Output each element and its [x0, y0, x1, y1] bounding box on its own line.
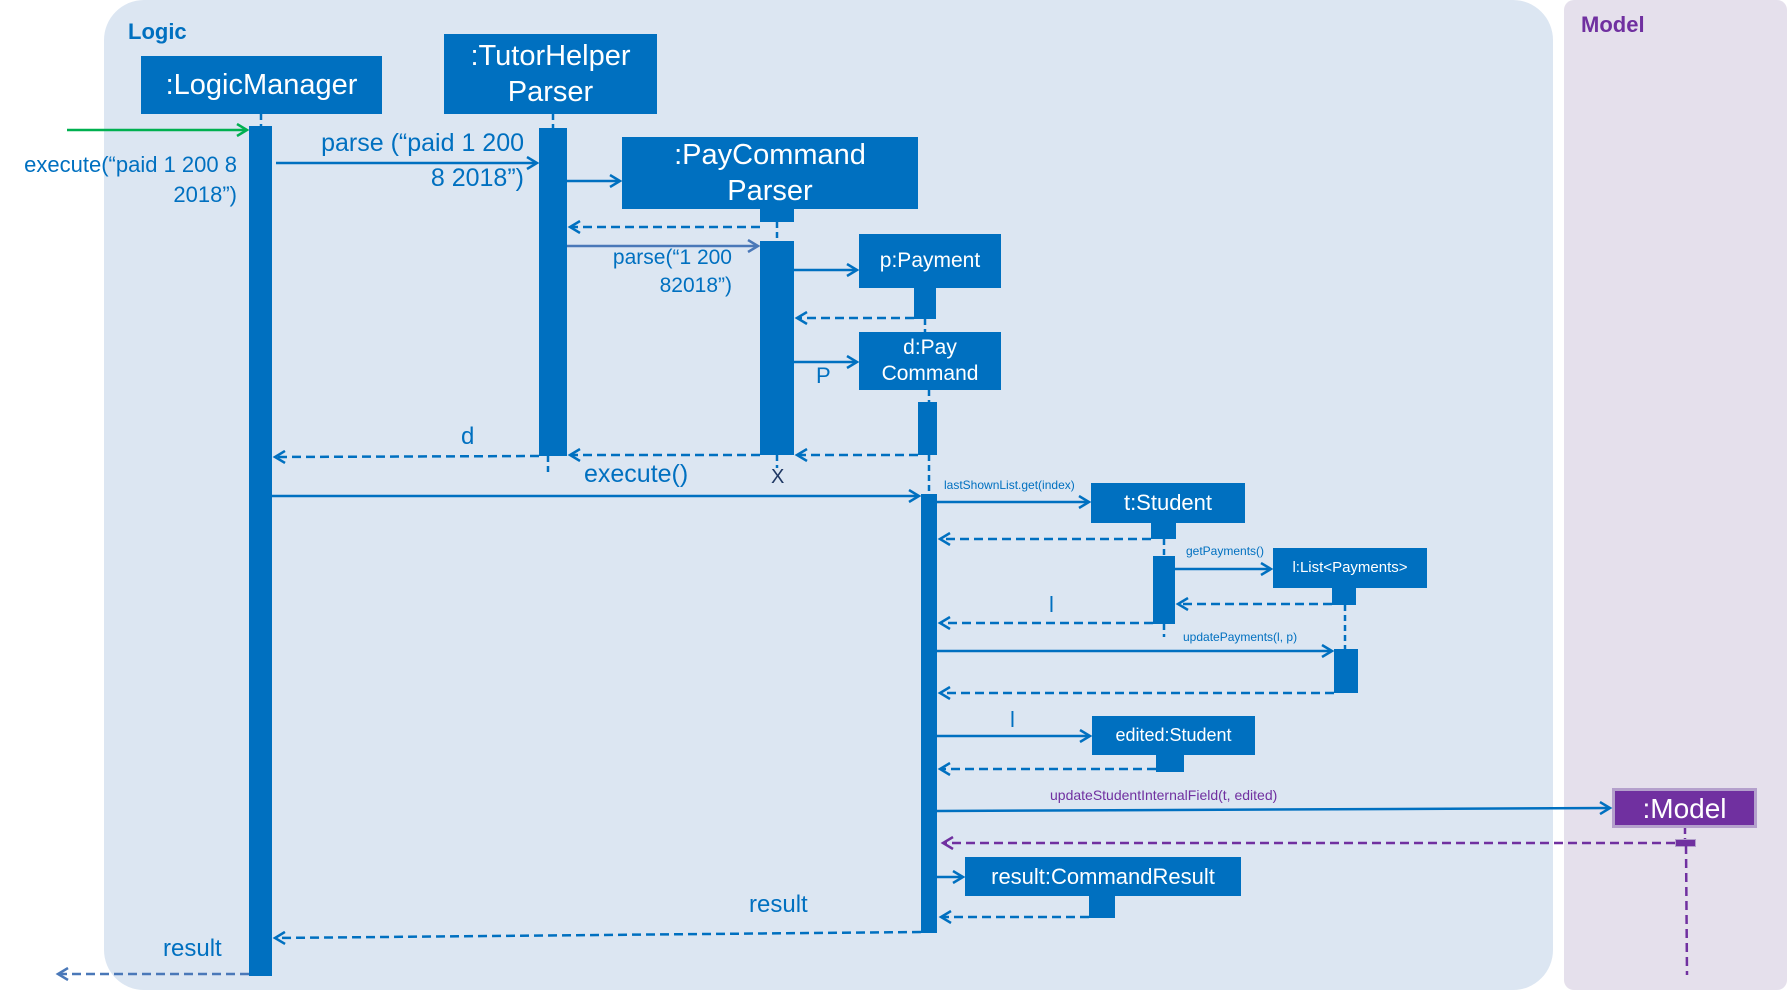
- participant-edited-student: edited:Student: [1092, 716, 1255, 755]
- participant-label: :LogicManager: [165, 68, 358, 101]
- label-line: parse(“1 200: [612, 246, 732, 269]
- participant-label-line2: Parser: [507, 76, 594, 108]
- activation-pay-command-parser-stub: [760, 209, 794, 222]
- participant-label-line1: d:Pay: [903, 335, 957, 359]
- label-line: 8 2018”): [430, 164, 524, 192]
- destroy-mark: X: [771, 466, 785, 488]
- participant-label-line1: :PayCommand: [674, 138, 866, 171]
- label-execute: execute(): [584, 460, 689, 488]
- activation-command-result-stub: [1089, 896, 1115, 918]
- activation-logic-manager: [249, 126, 272, 976]
- participant-command-result: result:CommandResult: [965, 857, 1241, 896]
- participant-tutor-helper-parser: :TutorHelper Parser: [444, 34, 657, 114]
- participant-label-line1: :TutorHelper: [470, 39, 631, 72]
- logic-panel-title: Logic: [128, 19, 187, 44]
- label-result-outer: result: [163, 935, 222, 962]
- activation-tutor-helper-parser: [539, 128, 567, 456]
- activation-payment-list-stub: [1332, 588, 1356, 605]
- activation-model: [1675, 839, 1696, 847]
- activation-pay-command-parser: [760, 241, 794, 455]
- label-d-return: d: [461, 423, 475, 450]
- label-get-payments: getPayments(): [1186, 544, 1265, 558]
- participant-payment-list: l:List<Payments>: [1273, 548, 1427, 588]
- label-update-student-internal-field: updateStudentInternalField(t, edited): [1050, 787, 1278, 803]
- label-line: 2018”): [173, 182, 237, 207]
- activation-payment-list: [1334, 649, 1358, 693]
- model-panel-title: Model: [1581, 12, 1645, 37]
- participant-payment: p:Payment: [859, 234, 1001, 288]
- label-last-shown-list-get: lastShownList.get(index): [944, 478, 1075, 492]
- participant-label: l:List<Payments>: [1292, 558, 1408, 576]
- label-line: execute(“paid 1 200 8: [24, 152, 237, 177]
- activation-edited-student-stub: [1156, 755, 1184, 772]
- participant-label: result:CommandResult: [991, 863, 1215, 889]
- label-result-inner: result: [749, 891, 808, 918]
- activation-pay-command-execute: [921, 494, 937, 933]
- participant-label: p:Payment: [879, 248, 981, 272]
- label-line: parse (“paid 1 200: [321, 129, 524, 157]
- activation-student: [1153, 556, 1175, 624]
- activation-pay-command-constructor: [918, 402, 937, 455]
- label-l-return: l: [1049, 592, 1054, 617]
- label-line: 82018”): [659, 274, 732, 297]
- participant-label: :Model: [1642, 792, 1727, 824]
- participant-logic-manager: :LogicManager: [141, 56, 382, 114]
- participant-pay-command: d:Pay Command: [859, 332, 1001, 390]
- participant-label-line2: Command: [881, 362, 979, 385]
- participant-model: :Model: [1612, 788, 1757, 828]
- participant-label: edited:Student: [1115, 725, 1232, 746]
- label-execute-call: execute(“paid 1 200 8 2018”): [14, 150, 237, 210]
- label-parse-args: parse(“1 200 82018”): [590, 244, 732, 300]
- label-update-payments: updatePayments(l, p): [1183, 630, 1298, 644]
- participant-pay-command-parser: :PayCommand Parser: [622, 137, 918, 209]
- activation-payment-stub: [914, 288, 936, 319]
- label-p-arg: P: [816, 363, 831, 388]
- participant-student: t:Student: [1091, 483, 1245, 523]
- label-l-arg: l: [1010, 707, 1015, 732]
- participant-label-line2: Parser: [727, 175, 813, 207]
- participant-label: t:Student: [1123, 490, 1213, 516]
- label-parse-call: parse (“paid 1 200 8 2018”): [296, 126, 524, 196]
- activation-student-stub: [1151, 523, 1176, 539]
